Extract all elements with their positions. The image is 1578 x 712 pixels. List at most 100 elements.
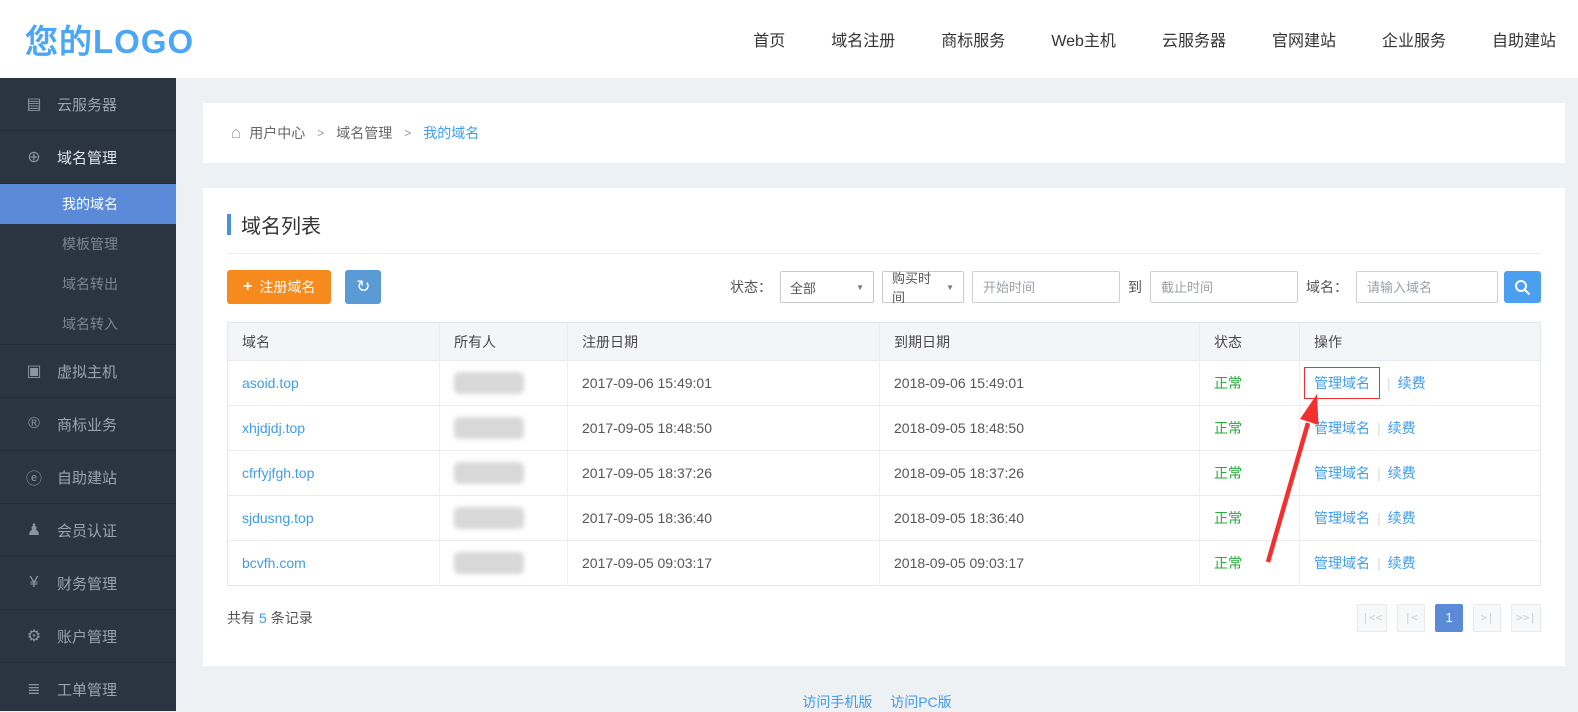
- status-badge: 正常: [1214, 420, 1242, 436]
- register-date: 2017-09-06 15:49:01: [582, 375, 712, 391]
- domain-link[interactable]: sjdusng.top: [242, 510, 314, 526]
- globe-icon: ⊕: [24, 147, 44, 167]
- nav-web-hosting[interactable]: Web主机: [1051, 27, 1116, 51]
- chevron-down-icon: ▼: [856, 283, 864, 292]
- renew-link[interactable]: 续费: [1388, 510, 1416, 526]
- mobile-version-link[interactable]: 访问手机版: [802, 694, 872, 710]
- status-select-value: 全部: [790, 278, 816, 297]
- main-content: ⌂ 用户中心 > 域名管理 > 我的域名 域名列表 + 注册域名 ↻ 状: [176, 78, 1578, 711]
- nav-domain-register[interactable]: 域名注册: [831, 27, 895, 51]
- expire-date: 2018-09-05 18:37:26: [894, 465, 1024, 481]
- sidebar-item-member-verify[interactable]: ♟ 会员认证: [0, 504, 176, 557]
- domain-table: 域名 所有人 注册日期 到期日期 状态 操作 asoid.top 2017-09…: [227, 322, 1541, 586]
- breadcrumb-domain-management[interactable]: 域名管理: [336, 123, 392, 143]
- breadcrumb-separator: >: [317, 126, 324, 140]
- manage-domain-link[interactable]: 管理域名: [1314, 420, 1370, 436]
- sidebar-item-virtual-host[interactable]: ▣ 虚拟主机: [0, 345, 176, 398]
- sidebar-item-label: 会员认证: [57, 520, 117, 541]
- domain-list-panel: 域名列表 + 注册域名 ↻ 状态： 全部 ▼ 购买时间: [203, 188, 1565, 666]
- register-domain-button[interactable]: + 注册域名: [227, 270, 331, 304]
- nav-home[interactable]: 首页: [753, 27, 785, 51]
- end-date-input[interactable]: [1150, 271, 1298, 303]
- to-label: 到: [1128, 277, 1142, 297]
- pagination-first-button[interactable]: |<<: [1357, 604, 1387, 632]
- pagination-last-button[interactable]: >>|: [1511, 604, 1541, 632]
- table-header-row: 域名 所有人 注册日期 到期日期 状态 操作: [228, 323, 1541, 361]
- sidebar-subitem-domain-transfer-in[interactable]: 域名转入: [0, 304, 176, 344]
- domain-search-input[interactable]: [1356, 271, 1498, 303]
- col-header-status: 状态: [1200, 323, 1300, 361]
- sidebar-item-trademark[interactable]: ® 商标业务: [0, 398, 176, 451]
- table-row: xhjdjdj.top 2017-09-05 18:48:50 2018-09-…: [228, 406, 1541, 451]
- sidebar-item-cloud-server[interactable]: ▤ 云服务器: [0, 78, 176, 131]
- search-icon: [1514, 279, 1531, 296]
- renew-link[interactable]: 续费: [1388, 555, 1416, 571]
- title-accent-bar: [227, 214, 231, 235]
- manage-domain-link[interactable]: 管理域名: [1314, 375, 1370, 391]
- register-domain-label: 注册域名: [259, 277, 315, 297]
- expire-date: 2018-09-06 15:49:01: [894, 375, 1024, 391]
- domain-link[interactable]: cfrfyjfgh.top: [242, 465, 314, 481]
- domain-link[interactable]: xhjdjdj.top: [242, 420, 305, 436]
- site-logo[interactable]: 您的LOGO: [25, 15, 194, 63]
- refresh-button[interactable]: ↻: [345, 270, 381, 304]
- pc-version-link[interactable]: 访问PC版: [890, 694, 951, 710]
- start-date-input[interactable]: [972, 271, 1120, 303]
- record-count-value: 5: [259, 610, 267, 626]
- nav-website-builder[interactable]: 官网建站: [1272, 27, 1336, 51]
- nav-self-service-site[interactable]: 自助建站: [1492, 27, 1556, 51]
- action-separator: |: [1377, 555, 1381, 571]
- gear-icon: ⚙: [24, 626, 44, 646]
- domain-link[interactable]: asoid.top: [242, 375, 299, 391]
- status-badge: 正常: [1214, 510, 1242, 526]
- footer: 访问手机版 访问PC版: [176, 692, 1578, 712]
- pagination-prev-button[interactable]: |<: [1397, 604, 1425, 632]
- ticket-icon: ≣: [24, 679, 44, 699]
- renew-link[interactable]: 续费: [1388, 420, 1416, 436]
- sidebar-item-finance[interactable]: ¥ 财务管理: [0, 557, 176, 610]
- domain-link[interactable]: bcvfh.com: [242, 555, 306, 571]
- sidebar-item-work-order[interactable]: ≣ 工单管理: [0, 663, 176, 711]
- toolbar: + 注册域名 ↻ 状态： 全部 ▼ 购买时间 ▼ 到: [227, 270, 1541, 304]
- manage-domain-link[interactable]: 管理域名: [1314, 555, 1370, 571]
- sidebar-item-label: 域名管理: [57, 147, 117, 168]
- status-select[interactable]: 全部 ▼: [780, 271, 874, 303]
- title-divider: [227, 253, 1541, 254]
- chevron-down-icon: ▼: [946, 283, 954, 292]
- manage-domain-link[interactable]: 管理域名: [1314, 510, 1370, 526]
- renew-link[interactable]: 续费: [1398, 375, 1426, 391]
- sidebar-item-domain-management[interactable]: ⊕ 域名管理: [0, 131, 176, 184]
- table-row: sjdusng.top 2017-09-05 18:36:40 2018-09-…: [228, 496, 1541, 541]
- top-header: 您的LOGO 首页 域名注册 商标服务 Web主机 云服务器 官网建站 企业服务…: [0, 0, 1578, 78]
- pagination-next-button[interactable]: >|: [1473, 604, 1501, 632]
- pagination-page-1-button[interactable]: 1: [1435, 604, 1463, 632]
- col-header-owner: 所有人: [440, 323, 568, 361]
- nav-enterprise-service[interactable]: 企业服务: [1382, 27, 1446, 51]
- manage-domain-link[interactable]: 管理域名: [1314, 465, 1370, 481]
- sidebar-subitem-my-domains[interactable]: 我的域名: [0, 184, 176, 224]
- breadcrumb-my-domains[interactable]: 我的域名: [423, 123, 479, 143]
- action-separator: |: [1377, 465, 1381, 481]
- breadcrumb: ⌂ 用户中心 > 域名管理 > 我的域名: [203, 103, 1565, 163]
- status-badge: 正常: [1214, 465, 1242, 481]
- sidebar-item-account[interactable]: ⚙ 账户管理: [0, 610, 176, 663]
- time-type-select[interactable]: 购买时间 ▼: [882, 271, 964, 303]
- nav-trademark-service[interactable]: 商标服务: [941, 27, 1005, 51]
- sidebar-subitem-domain-transfer-out[interactable]: 域名转出: [0, 264, 176, 304]
- record-count-prefix: 共有: [227, 610, 255, 626]
- sidebar-item-label: 云服务器: [57, 94, 117, 115]
- record-count: 共有5条记录: [227, 608, 313, 628]
- register-date: 2017-09-05 18:36:40: [582, 510, 712, 526]
- breadcrumb-user-center[interactable]: 用户中心: [249, 123, 305, 143]
- action-separator: |: [1387, 375, 1391, 391]
- nav-cloud-server[interactable]: 云服务器: [1162, 27, 1226, 51]
- sidebar-subitem-template-management[interactable]: 模板管理: [0, 224, 176, 264]
- site-builder-icon: ⓔ: [24, 465, 44, 489]
- owner-redacted: [454, 507, 524, 529]
- search-button[interactable]: [1504, 271, 1541, 303]
- table-row: bcvfh.com 2017-09-05 09:03:17 2018-09-05…: [228, 541, 1541, 586]
- renew-link[interactable]: 续费: [1388, 465, 1416, 481]
- sidebar-item-site-builder[interactable]: ⓔ 自助建站: [0, 451, 176, 504]
- domain-filter-label: 域名：: [1306, 277, 1348, 297]
- plus-icon: +: [243, 278, 252, 296]
